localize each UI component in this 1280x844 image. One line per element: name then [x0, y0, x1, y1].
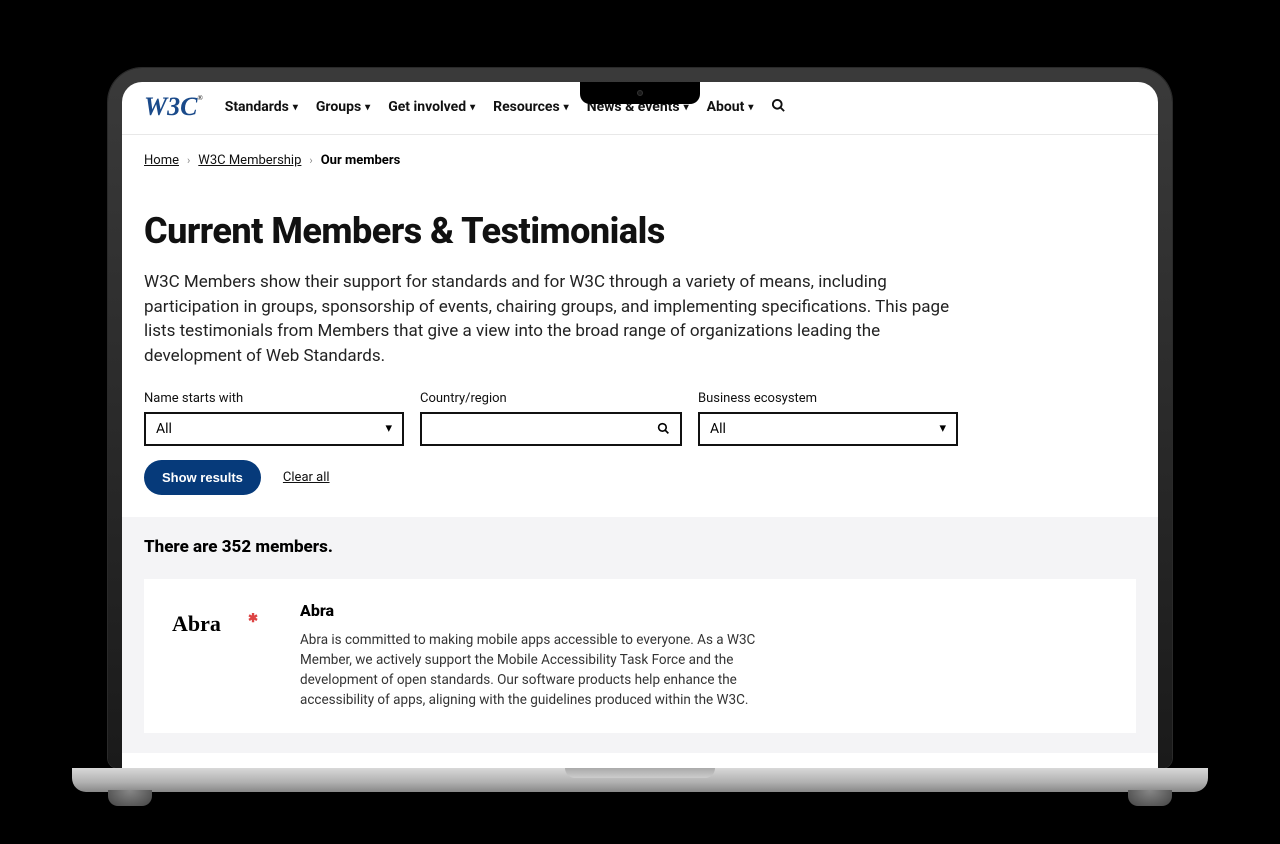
laptop-frame: W3C® Standards ▾ Groups ▾ Get involved ▾ Re…	[108, 68, 1172, 768]
filter-label: Name starts with	[144, 391, 404, 406]
nav-label: About	[707, 99, 745, 115]
filter-row: Name starts with All ▾ Country/region Bu…	[144, 391, 1136, 446]
show-results-button[interactable]: Show results	[144, 460, 261, 495]
filter-country: Country/region	[420, 391, 682, 446]
chevron-down-icon: ▾	[748, 102, 753, 113]
search-icon	[771, 98, 786, 113]
member-logo: Abra ✱	[172, 601, 272, 637]
laptop-foot	[108, 790, 152, 806]
browser-screen: W3C® Standards ▾ Groups ▾ Get involved ▾ Re…	[122, 82, 1158, 768]
country-input[interactable]	[420, 412, 682, 446]
filter-label: Country/region	[420, 391, 682, 406]
member-body: Abra Abra is committed to making mobile …	[300, 601, 780, 711]
breadcrumb-current: Our members	[321, 153, 401, 168]
nav-groups[interactable]: Groups ▾	[316, 99, 370, 115]
nav-label: Get involved	[388, 99, 466, 115]
registered-mark: ®	[197, 94, 202, 102]
name-starts-select[interactable]: All ▾	[144, 412, 404, 446]
breadcrumb: Home › W3C Membership › Our members	[122, 135, 1158, 174]
filter-label: Business ecosystem	[698, 391, 958, 406]
select-value: All	[156, 421, 172, 437]
logo-text: W3C	[144, 92, 197, 121]
ecosystem-select[interactable]: All ▾	[698, 412, 958, 446]
nav-get-involved[interactable]: Get involved ▾	[388, 99, 475, 115]
w3c-logo[interactable]: W3C®	[144, 92, 203, 122]
nav-resources[interactable]: Resources ▾	[493, 99, 569, 115]
nav-label: Standards	[225, 99, 289, 115]
laptop-base	[72, 768, 1208, 792]
member-logo-text: Abra	[172, 611, 221, 636]
results-count: There are 352 members.	[144, 537, 1136, 557]
select-value: All	[710, 421, 726, 437]
search-icon	[657, 422, 670, 435]
filter-actions: Show results Clear all	[144, 460, 1136, 495]
filter-ecosystem: Business ecosystem All ▾	[698, 391, 958, 446]
search-button[interactable]	[771, 98, 786, 117]
nav-standards[interactable]: Standards ▾	[225, 99, 298, 115]
results-section: There are 352 members. Abra ✱ Abra Abra i…	[122, 517, 1158, 753]
member-name: Abra	[300, 601, 780, 620]
chevron-down-icon: ▾	[293, 102, 298, 113]
main-content: Current Members & Testimonials W3C Membe…	[122, 174, 1158, 768]
chevron-down-icon: ▾	[939, 421, 946, 436]
chevron-right-icon: ›	[187, 154, 190, 167]
member-description: Abra is committed to making mobile apps …	[300, 630, 780, 711]
breadcrumb-home[interactable]: Home	[144, 153, 179, 168]
chevron-down-icon: ▾	[470, 102, 475, 113]
member-card: Abra ✱ Abra Abra is committed to making m…	[144, 579, 1136, 733]
spark-icon: ✱	[248, 611, 258, 626]
nav-label: Resources	[493, 99, 560, 115]
chevron-down-icon: ▾	[365, 102, 370, 113]
notch	[580, 82, 700, 104]
breadcrumb-membership[interactable]: W3C Membership	[198, 153, 301, 168]
nav-label: Groups	[316, 99, 361, 115]
clear-all-link[interactable]: Clear all	[283, 470, 330, 485]
chevron-down-icon: ▾	[564, 102, 569, 113]
chevron-down-icon: ▾	[385, 421, 392, 436]
laptop-foot	[1128, 790, 1172, 806]
intro-text: W3C Members show their support for stand…	[144, 270, 964, 369]
nav-about[interactable]: About▾	[707, 99, 754, 115]
page-title: Current Members & Testimonials	[144, 210, 1136, 252]
filter-name-starts: Name starts with All ▾	[144, 391, 404, 446]
chevron-right-icon: ›	[309, 154, 312, 167]
camera-dot	[637, 90, 643, 96]
